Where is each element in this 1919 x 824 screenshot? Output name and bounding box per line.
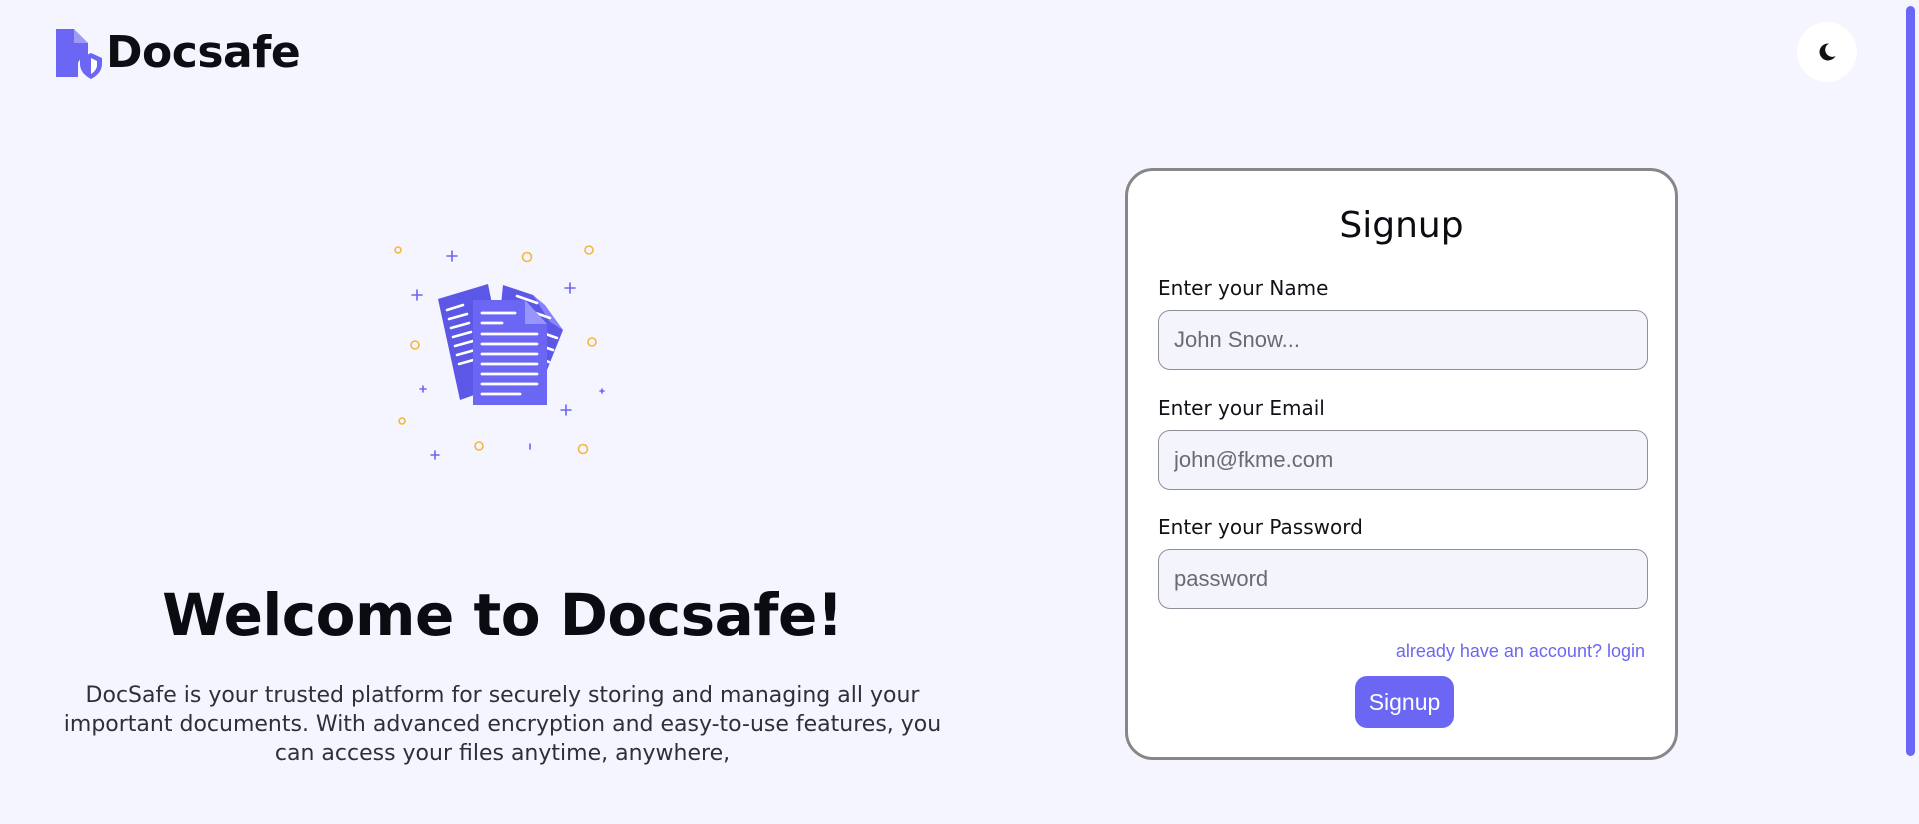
documents-illustration	[394, 245, 605, 460]
hero-title: Welcome to Docsafe!	[162, 581, 843, 649]
brand[interactable]: Docsafe	[50, 26, 301, 80]
moon-icon	[1819, 43, 1836, 61]
signup-button[interactable]: Signup	[1355, 676, 1454, 728]
theme-toggle-button[interactable]	[1797, 22, 1857, 82]
hero-description: DocSafe is your trusted platform for sec…	[63, 683, 942, 766]
login-link[interactable]: already have an account? login	[1396, 639, 1645, 663]
email-input[interactable]	[1158, 430, 1648, 490]
header: Docsafe	[0, 0, 1919, 105]
brand-name: Docsafe	[106, 27, 301, 78]
name-label: Enter your Name	[1158, 276, 1329, 300]
password-label: Enter your Password	[1158, 515, 1363, 539]
name-input[interactable]	[1158, 310, 1648, 370]
scrollbar[interactable]	[1906, 6, 1915, 756]
email-label: Enter your Email	[1158, 396, 1325, 420]
signup-card: Signup Enter your Name Enter your Email …	[1125, 168, 1678, 760]
signup-title: Signup	[1339, 205, 1464, 246]
secure-document-icon	[56, 29, 102, 79]
password-input[interactable]	[1158, 549, 1648, 609]
